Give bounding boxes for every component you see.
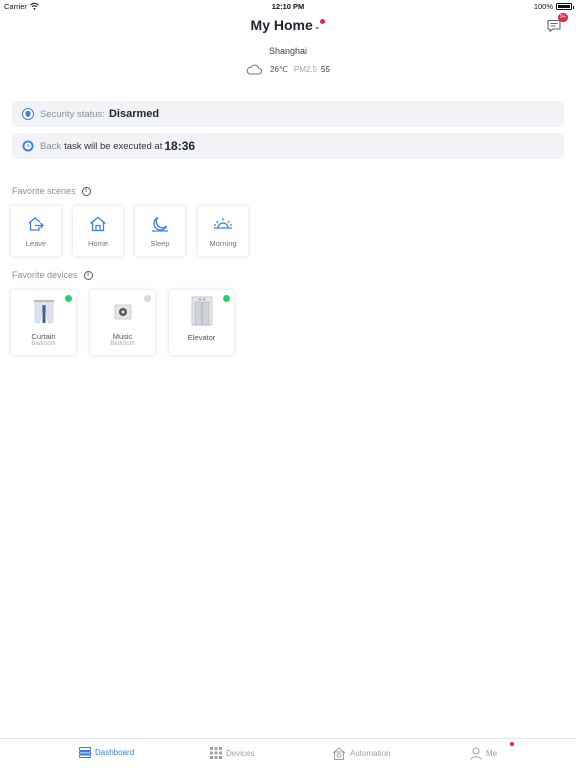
clock: 12:10 PM <box>271 2 305 11</box>
favorite-devices-header: Favorite devices i <box>12 270 93 280</box>
temperature: 26℃ <box>270 65 288 74</box>
device-status-dot <box>65 295 72 302</box>
speaker-icon <box>114 304 131 320</box>
device-room: Bedroom <box>110 341 135 347</box>
tab-bar: Dashboard Devices Automation Me <box>0 738 576 768</box>
task-description: task will be executed at <box>64 140 163 152</box>
battery-indicator: 100% <box>533 2 574 11</box>
favorite-scenes-header: Favorite scenes i <box>12 186 91 196</box>
tab-label: Automation <box>350 749 391 758</box>
tab-label: Devices <box>226 748 255 758</box>
device-card-elevator[interactable]: Elevator <box>169 290 234 355</box>
scene-leave[interactable]: Leave <box>11 206 61 256</box>
user-icon <box>470 747 482 760</box>
pm25-label: PM2.5 <box>293 65 318 74</box>
home-icon <box>90 216 106 232</box>
curtain-icon <box>33 300 54 324</box>
device-status-dot <box>144 295 151 302</box>
dashboard-icon <box>79 747 91 758</box>
info-icon[interactable]: i <box>83 270 93 280</box>
info-icon[interactable]: i <box>81 186 91 196</box>
tab-me[interactable]: Me <box>470 742 514 760</box>
leave-icon <box>28 217 44 231</box>
device-name: Elevator <box>187 333 216 342</box>
automation-home-icon <box>332 747 346 760</box>
device-name: Curtain <box>31 332 56 341</box>
tab-label: Me <box>486 749 498 758</box>
messages-button[interactable]: 9+ <box>546 13 568 34</box>
tab-automation[interactable]: Automation <box>332 747 390 760</box>
tab-devices[interactable]: Devices <box>210 747 254 759</box>
scene-label: Morning <box>209 239 237 248</box>
device-card-music[interactable]: Music Bedroom <box>90 290 155 355</box>
scene-label: Home <box>87 239 108 248</box>
message-badge: 9+ <box>558 13 568 22</box>
device-card-curtain[interactable]: Curtain Bedroom <box>11 290 76 355</box>
clock-icon <box>22 140 34 152</box>
task-time: 18:36 <box>164 139 196 153</box>
security-status-label: Security status: <box>40 108 105 120</box>
morning-icon <box>214 218 232 229</box>
home-selector[interactable]: My Home⌄ <box>0 17 576 33</box>
device-room: Bedroom <box>31 341 56 347</box>
favorite-devices-title: Favorite devices <box>12 270 78 280</box>
shield-icon <box>22 108 34 120</box>
weather-row: 26℃ PM2.5 55 <box>0 64 576 75</box>
grid-icon <box>210 747 222 759</box>
page-title: My Home <box>250 17 313 33</box>
battery-percent: 100% <box>533 2 553 11</box>
scheduled-task-banner[interactable]: Back task will be executed at 18:36 <box>12 133 564 159</box>
security-status-value: Disarmed <box>108 108 160 120</box>
favorite-scenes-title: Favorite scenes <box>12 186 76 196</box>
security-status-banner[interactable]: Security status: Disarmed <box>12 101 564 127</box>
scene-label: Sleep <box>150 239 170 248</box>
sleep-icon <box>152 216 168 232</box>
cloud-icon <box>246 64 262 75</box>
scene-label: Leave <box>25 239 47 248</box>
status-bar: Carrier 12:10 PM 100% <box>0 0 576 12</box>
scene-sleep[interactable]: Sleep <box>135 206 185 256</box>
device-status-dot <box>223 295 230 302</box>
device-name: Music <box>112 332 133 341</box>
scene-morning[interactable]: Morning <box>198 206 248 256</box>
battery-icon <box>556 3 574 10</box>
chevron-down-icon: ⌄ <box>313 21 321 31</box>
notification-dot <box>320 19 326 24</box>
tab-label: Dashboard <box>95 748 135 757</box>
elevator-icon <box>191 296 212 326</box>
task-scene-name: Back <box>40 140 62 152</box>
pm25-value: 55 <box>321 65 330 74</box>
city-label: Shanghai <box>268 46 308 56</box>
scene-home[interactable]: Home <box>73 206 123 256</box>
tab-dashboard[interactable]: Dashboard <box>79 747 134 758</box>
notification-dot <box>510 742 514 746</box>
